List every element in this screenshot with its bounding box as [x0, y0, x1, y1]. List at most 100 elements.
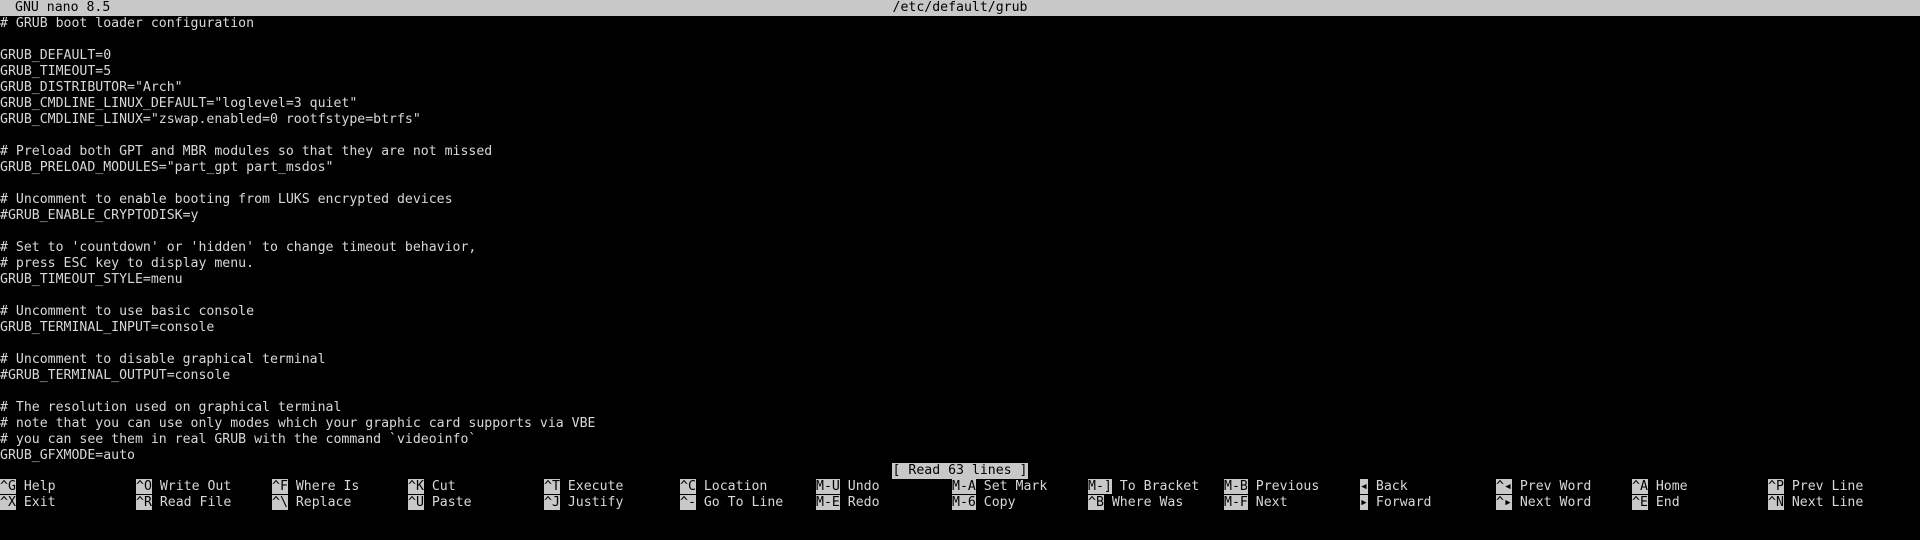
- shortcut-label: Go To Line: [703, 495, 784, 510]
- shortcut-spacer: [560, 495, 568, 510]
- shortcut-row2-1[interactable]: ^R Read File: [136, 495, 231, 511]
- editor-line[interactable]: GRUB_GFXMODE=auto: [0, 448, 1920, 464]
- shortcut-row2-4[interactable]: ^J Justify: [544, 495, 623, 511]
- editor-line[interactable]: GRUB_PRELOAD_MODULES="part_gpt part_msdo…: [0, 160, 1920, 176]
- shortcut-label: Undo: [847, 479, 880, 494]
- shortcut-row2-3[interactable]: ^U Paste: [408, 495, 472, 511]
- shortcut-key: ^K: [408, 479, 424, 494]
- shortcut-label: Back: [1375, 479, 1408, 494]
- shortcut-key: M-A: [952, 479, 976, 494]
- shortcut-label: To Bracket: [1119, 479, 1200, 494]
- shortcut-spacer: [840, 479, 848, 494]
- editor-line[interactable]: [0, 384, 1920, 400]
- shortcut-key: M-F: [1224, 495, 1248, 510]
- shortcut-row2-12[interactable]: ^E End: [1632, 495, 1680, 511]
- editor-line[interactable]: GRUB_TIMEOUT=5: [0, 64, 1920, 80]
- shortcut-row2-11[interactable]: ^▸ Next Word: [1496, 495, 1591, 511]
- shortcut-row1-6[interactable]: M-U Undo: [816, 479, 880, 495]
- shortcut-label: Next Line: [1791, 495, 1864, 510]
- shortcut-key: ^◂: [1496, 479, 1512, 494]
- shortcut-label: Copy: [983, 495, 1016, 510]
- shortcut-spacer: [16, 479, 24, 494]
- shortcut-row1-4[interactable]: ^T Execute: [544, 479, 623, 495]
- shortcut-key: ^R: [136, 495, 152, 510]
- shortcut-spacer: [1248, 479, 1256, 494]
- shortcut-spacer: [1368, 479, 1376, 494]
- editor-line[interactable]: # GRUB boot loader configuration: [0, 16, 1920, 32]
- shortcut-row1-13[interactable]: ^P Prev Line: [1768, 479, 1863, 495]
- shortcut-row1-1[interactable]: ^O Write Out: [136, 479, 231, 495]
- shortcut-row2-5[interactable]: ^- Go To Line: [680, 495, 783, 511]
- shortcut-row1-12[interactable]: ^A Home: [1632, 479, 1688, 495]
- shortcut-spacer: [424, 479, 432, 494]
- editor-line[interactable]: #GRUB_TERMINAL_OUTPUT=console: [0, 368, 1920, 384]
- editor-line[interactable]: # Preload both GPT and MBR modules so th…: [0, 144, 1920, 160]
- shortcut-label: Where Was: [1111, 495, 1184, 510]
- shortcut-row2-0[interactable]: ^X Exit: [0, 495, 56, 511]
- shortcut-row1-2[interactable]: ^F Where Is: [272, 479, 359, 495]
- shortcut-key: M-6: [952, 495, 976, 510]
- shortcut-row1-10[interactable]: ◂ Back: [1360, 479, 1408, 495]
- editor-line[interactable]: # note that you can use only modes which…: [0, 416, 1920, 432]
- editor-line[interactable]: # Set to 'countdown' or 'hidden' to chan…: [0, 240, 1920, 256]
- shortcut-key: ^A: [1632, 479, 1648, 494]
- editor-line[interactable]: [0, 128, 1920, 144]
- shortcut-spacer: [1112, 479, 1120, 494]
- shortcut-label: Next Word: [1519, 495, 1592, 510]
- editor-line[interactable]: [0, 288, 1920, 304]
- shortcut-key: ◂: [1360, 479, 1368, 494]
- editor-line[interactable]: GRUB_TIMEOUT_STYLE=menu: [0, 272, 1920, 288]
- shortcut-spacer: [152, 495, 160, 510]
- shortcut-row1-8[interactable]: M-] To Bracket: [1088, 479, 1199, 495]
- shortcut-label: Cut: [431, 479, 456, 494]
- editor-line[interactable]: [0, 336, 1920, 352]
- editor-line[interactable]: [0, 224, 1920, 240]
- editor-line[interactable]: GRUB_DISTRIBUTOR="Arch": [0, 80, 1920, 96]
- shortcut-row2-13[interactable]: ^N Next Line: [1768, 495, 1863, 511]
- shortcut-key: M-U: [816, 479, 840, 494]
- shortcut-key: ^E: [1632, 495, 1648, 510]
- editor-line[interactable]: GRUB_CMDLINE_LINUX="zswap.enabled=0 root…: [0, 112, 1920, 128]
- shortcut-label: Justify: [567, 495, 624, 510]
- editor-line[interactable]: # Uncomment to disable graphical termina…: [0, 352, 1920, 368]
- editor-area[interactable]: # GRUB boot loader configuration GRUB_DEF…: [0, 16, 1920, 464]
- shortcut-row2-8[interactable]: ^B Where Was: [1088, 495, 1183, 511]
- shortcut-label: Replace: [295, 495, 352, 510]
- file-path: /etc/default/grub: [892, 0, 1028, 15]
- editor-line[interactable]: #GRUB_ENABLE_CRYPTODISK=y: [0, 208, 1920, 224]
- shortcut-row1-5[interactable]: ^C Location: [680, 479, 767, 495]
- shortcut-spacer: [1512, 479, 1520, 494]
- editor-line[interactable]: # Uncomment to use basic console: [0, 304, 1920, 320]
- editor-line[interactable]: GRUB_DEFAULT=0: [0, 48, 1920, 64]
- shortcut-row1-0[interactable]: ^G Help: [0, 479, 56, 495]
- shortcut-row1-9[interactable]: M-B Previous: [1224, 479, 1319, 495]
- shortcut-row1-3[interactable]: ^K Cut: [408, 479, 456, 495]
- shortcut-row2-7[interactable]: M-6 Copy: [952, 495, 1016, 511]
- shortcut-key: ^T: [544, 479, 560, 494]
- shortcut-bar: ^G Help ^O Write Out ^F Where Is ^K Cut ^T E…: [0, 479, 1920, 511]
- shortcut-row1-7[interactable]: M-A Set Mark: [952, 479, 1047, 495]
- shortcut-key: ^-: [680, 495, 696, 510]
- editor-line[interactable]: # press ESC key to display menu.: [0, 256, 1920, 272]
- shortcut-row2-10[interactable]: ▸ Forward: [1360, 495, 1431, 511]
- shortcut-label: Where Is: [295, 479, 360, 494]
- shortcut-row2-9[interactable]: M-F Next: [1224, 495, 1288, 511]
- shortcut-spacer: [696, 495, 704, 510]
- editor-line[interactable]: # Uncomment to enable booting from LUKS …: [0, 192, 1920, 208]
- shortcut-spacer: [1784, 479, 1792, 494]
- shortcut-label: Write Out: [159, 479, 232, 494]
- shortcut-label: End: [1655, 495, 1680, 510]
- editor-line[interactable]: [0, 32, 1920, 48]
- shortcut-key: M-E: [816, 495, 840, 510]
- shortcut-row2-6[interactable]: M-E Redo: [816, 495, 880, 511]
- editor-line[interactable]: # you can see them in real GRUB with the…: [0, 432, 1920, 448]
- shortcut-row2-2[interactable]: ^\ Replace: [272, 495, 351, 511]
- editor-line[interactable]: # The resolution used on graphical termi…: [0, 400, 1920, 416]
- shortcut-label: Paste: [431, 495, 472, 510]
- shortcut-spacer: [1648, 495, 1656, 510]
- shortcut-row1-11[interactable]: ^◂ Prev Word: [1496, 479, 1591, 495]
- shortcut-label: Exit: [23, 495, 56, 510]
- editor-line[interactable]: [0, 176, 1920, 192]
- editor-line[interactable]: GRUB_CMDLINE_LINUX_DEFAULT="loglevel=3 q…: [0, 96, 1920, 112]
- editor-line[interactable]: GRUB_TERMINAL_INPUT=console: [0, 320, 1920, 336]
